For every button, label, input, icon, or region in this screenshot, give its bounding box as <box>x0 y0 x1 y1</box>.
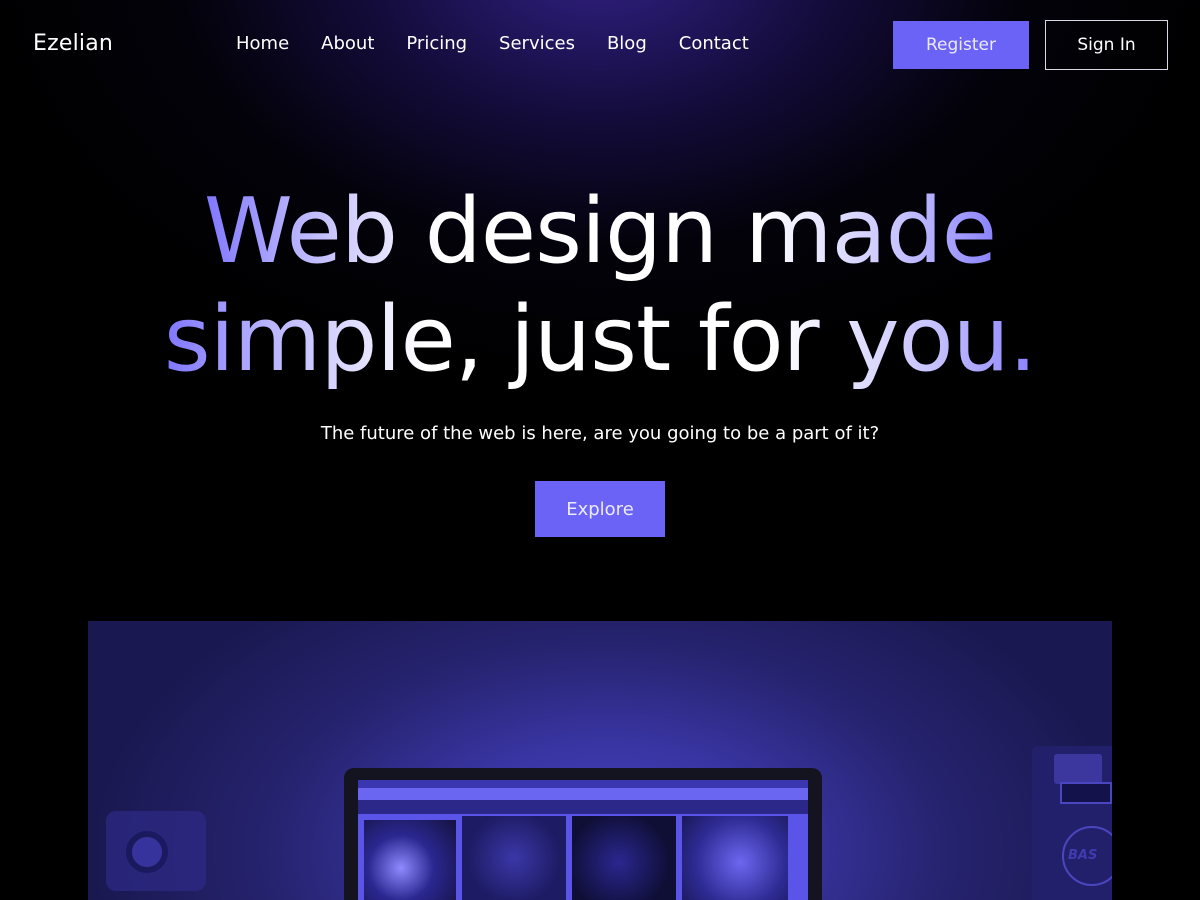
screen-tile <box>364 820 456 900</box>
emblem-text: BAS <box>1068 848 1098 863</box>
screen-tile <box>572 816 676 900</box>
screen-menubar <box>358 780 808 788</box>
radio-handle <box>1054 754 1102 784</box>
register-button[interactable]: Register <box>893 21 1029 69</box>
brand-logo[interactable]: Ezelian <box>33 31 113 56</box>
main-menu: Home About Pricing Services Blog Contact <box>236 33 781 55</box>
hero-image: BAS <box>88 621 1112 900</box>
screen-tile <box>462 816 566 900</box>
nav-link-blog[interactable]: Blog <box>607 33 647 55</box>
hero-title-line-1: Web design made <box>203 179 997 284</box>
screen-addressbar <box>358 788 808 800</box>
sign-in-button[interactable]: Sign In <box>1045 20 1168 70</box>
hero-title: Web design made simple, just for you. <box>0 178 1200 394</box>
radio-display <box>1060 782 1112 804</box>
nav-link-pricing[interactable]: Pricing <box>406 33 467 55</box>
hero-subtitle: The future of the web is here, are you g… <box>320 423 880 444</box>
radio-image: BAS <box>1032 746 1112 900</box>
screen-toolbar <box>358 800 808 814</box>
camera-image <box>106 811 206 891</box>
camera-lens-icon <box>126 831 168 873</box>
top-nav: Ezelian Home About Pricing Services Blog… <box>0 0 1200 90</box>
explore-button[interactable]: Explore <box>535 481 665 537</box>
hero-title-line-2: simple, just for you. <box>163 287 1037 392</box>
monitor-screen <box>358 780 808 900</box>
nav-link-services[interactable]: Services <box>499 33 575 55</box>
nav-link-contact[interactable]: Contact <box>679 33 749 55</box>
nav-link-about[interactable]: About <box>321 33 374 55</box>
screen-tile <box>682 816 788 900</box>
landing-page: Ezelian Home About Pricing Services Blog… <box>0 0 1200 900</box>
nav-link-home[interactable]: Home <box>236 33 289 55</box>
monitor-image <box>344 768 822 900</box>
